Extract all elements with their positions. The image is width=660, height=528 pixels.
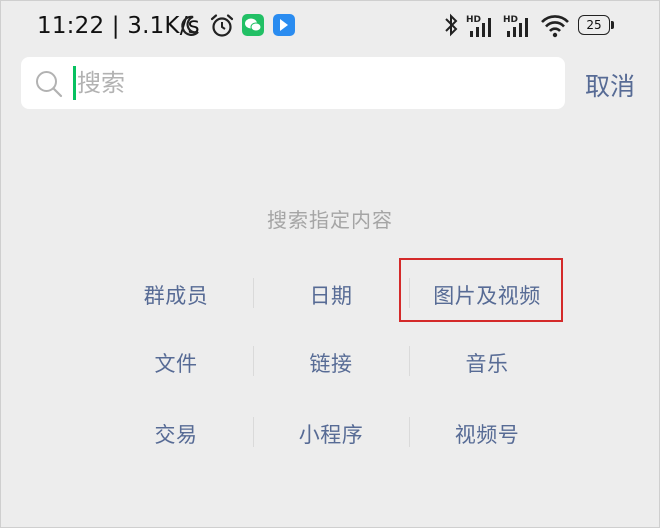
divider — [409, 417, 410, 447]
moon-icon — [179, 14, 201, 42]
svg-text:HD: HD — [503, 15, 518, 25]
app-icon — [273, 14, 295, 40]
svg-text:HD: HD — [466, 15, 481, 25]
highlight-box — [399, 258, 563, 322]
divider — [253, 278, 254, 308]
section-title: 搜索指定内容 — [267, 208, 393, 232]
search-input[interactable] — [77, 61, 547, 105]
divider — [253, 417, 254, 447]
signal-icon: HD — [503, 13, 531, 43]
search-filter-channels[interactable]: 视频号 — [409, 419, 565, 449]
search-box[interactable] — [21, 57, 565, 109]
alarm-clock-icon — [209, 13, 235, 43]
search-filter-music[interactable]: 音乐 — [409, 348, 565, 378]
battery-level: 25 — [586, 18, 602, 32]
text-cursor — [73, 66, 76, 100]
search-filter-links[interactable]: 链接 — [253, 348, 409, 378]
search-filter-mini-programs[interactable]: 小程序 — [253, 419, 409, 449]
search-filter-transactions[interactable]: 交易 — [98, 419, 254, 449]
battery-icon: 25 — [578, 15, 614, 37]
search-filter-date[interactable]: 日期 — [253, 280, 409, 310]
app-frame: 11:22 | 3.1K/s HD HD 25 搜索 取消 搜索指定内容 群成员… — [0, 0, 660, 528]
cancel-button[interactable]: 取消 — [585, 67, 635, 103]
signal-icon: HD — [466, 13, 494, 43]
divider — [409, 346, 410, 376]
search-filter-group-members[interactable]: 群成员 — [98, 280, 254, 310]
status-time: 11:22 | 3.1K/s — [37, 13, 200, 39]
wechat-icon — [242, 14, 264, 40]
bluetooth-icon — [443, 12, 459, 42]
divider — [253, 346, 254, 376]
search-filter-files[interactable]: 文件 — [98, 348, 254, 378]
wifi-icon — [540, 14, 570, 42]
status-bar: 11:22 | 3.1K/s HD HD 25 — [1, 1, 659, 51]
search-icon — [34, 69, 64, 103]
